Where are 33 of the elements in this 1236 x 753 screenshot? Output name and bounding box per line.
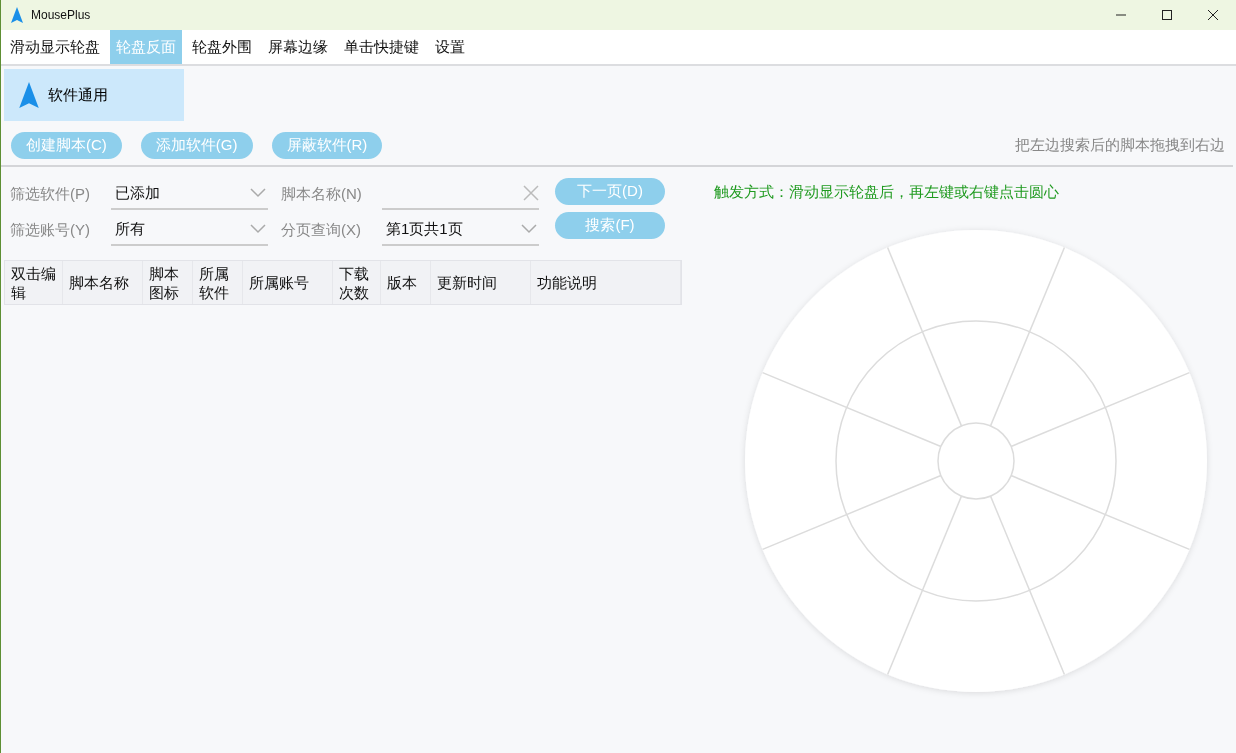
menu-tab[interactable]: 设置 [429, 30, 471, 64]
chevron-down-icon [250, 188, 266, 198]
column-header: 功能说明 [531, 261, 681, 304]
app-logo-icon [11, 7, 23, 23]
clear-icon[interactable] [523, 185, 539, 201]
chevron-down-icon [250, 224, 266, 234]
maximize-icon [1162, 10, 1172, 20]
column-header: 更新时间 [431, 261, 531, 304]
menu-tab[interactable]: 单击快捷键 [338, 30, 425, 64]
filter-label: 分页查询(X) [280, 220, 362, 240]
trigger-text: 触发方式：滑动显示轮盘后，再左键或右键点击圆心 [714, 183, 1060, 202]
menu-tab[interactable]: 轮盘外围 [186, 30, 258, 64]
dropdown[interactable]: 已添加 [111, 178, 268, 210]
column-header: 脚本名称 [63, 261, 143, 304]
chevron-down-icon [521, 224, 537, 234]
filter-label: 筛选软件(P) [9, 184, 91, 204]
app-logo-icon [18, 82, 40, 108]
column-header: 版本 [381, 261, 431, 304]
column-header: 所属账号 [243, 261, 333, 304]
column-header: 双击编辑 [5, 261, 63, 304]
close-icon [1208, 10, 1218, 20]
filter-label: 脚本名称(N) [280, 184, 363, 204]
menu-tab[interactable]: 屏幕边缘 [262, 30, 334, 64]
dropdown[interactable]: 第1页共1页 [382, 214, 539, 246]
dropdown[interactable]: 所有 [111, 214, 268, 246]
drag-hint: 把左边搜索后的脚本拖拽到右边 [1015, 135, 1225, 155]
column-header: 下载次数 [333, 261, 381, 304]
menu-tab[interactable]: 滑动显示轮盘 [4, 30, 106, 64]
column-header: 所属软件 [193, 261, 243, 304]
window-title: MousePlus [31, 8, 91, 22]
filter-label: 筛选账号(Y) [9, 220, 91, 240]
software-tab[interactable]: 软件通用 [4, 69, 184, 121]
column-header: 脚本图标 [143, 261, 193, 304]
